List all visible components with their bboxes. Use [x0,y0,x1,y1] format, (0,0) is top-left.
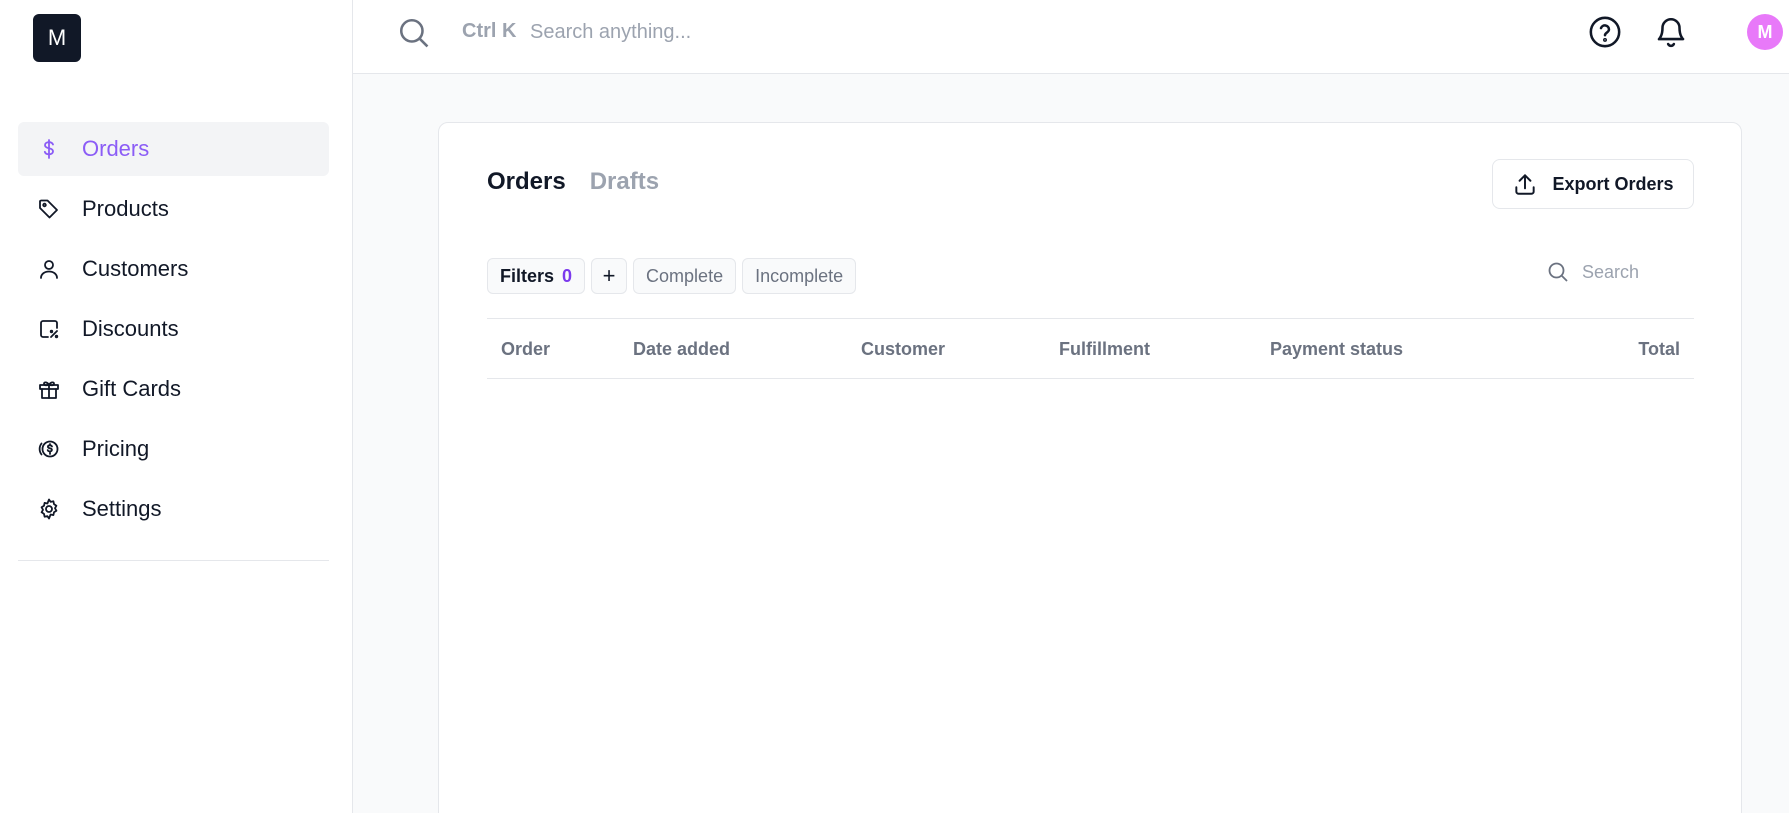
sidebar: M Orders Products Customers Discounts Gi… [0,0,353,813]
sidebar-item-label: Gift Cards [82,376,182,401]
discount-icon [36,316,62,342]
sidebar-item-label: Orders [82,136,150,161]
sidebar-nav: Orders Products Customers Discounts Gift… [18,122,329,542]
column-header-customer[interactable]: Customer [861,339,945,360]
quick-filter-incomplete[interactable]: Incomplete [742,258,857,294]
filters-count: 0 [562,265,573,286]
column-header-date-added[interactable]: Date added [633,339,730,360]
sidebar-item-label: Customers [82,256,189,281]
global-search-input[interactable] [530,14,1130,50]
store-logo[interactable]: M [33,14,81,62]
top-bar: Ctrl K M [353,0,1789,74]
help-icon[interactable] [1588,15,1622,49]
column-header-total[interactable]: Total [1638,339,1680,360]
quick-filter-complete[interactable]: Complete [633,258,737,294]
sidebar-item-customers[interactable]: Customers [18,242,329,296]
orders-table-header: Order Date added Customer Fulfillment Pa… [487,318,1694,379]
sidebar-item-discounts[interactable]: Discounts [18,302,329,356]
user-icon [36,256,62,282]
gift-icon [36,376,62,402]
coins-icon [36,436,62,462]
tab-drafts[interactable]: Drafts [590,168,659,196]
add-filter-button[interactable]: + [591,258,628,294]
shortcut-hint: Ctrl K [462,20,517,42]
upload-icon [1515,174,1536,195]
orders-tabs: Orders Drafts [487,168,659,196]
sidebar-item-settings[interactable]: Settings [18,482,329,536]
orders-search-input[interactable] [1582,261,1692,283]
column-header-order[interactable]: Order [501,339,550,360]
bell-icon[interactable] [1654,15,1688,49]
avatar[interactable]: M [1747,14,1783,50]
gear-icon [36,496,62,522]
tag-icon [36,196,62,222]
sidebar-divider [18,560,329,561]
export-orders-label: Export Orders [1552,173,1674,194]
sidebar-item-products[interactable]: Products [18,182,329,236]
sidebar-item-label: Settings [82,496,162,521]
export-orders-button[interactable]: Export Orders [1492,159,1694,209]
sidebar-item-label: Products [82,196,169,221]
sidebar-item-label: Discounts [82,316,179,341]
filters-button[interactable]: Filters 0 [487,258,586,294]
column-header-payment-status[interactable]: Payment status [1270,339,1403,360]
filters-label: Filters [500,265,555,286]
filter-bar: Filters 0 + Complete Incomplete [487,258,857,294]
tab-orders[interactable]: Orders [487,168,566,196]
sidebar-item-pricing[interactable]: Pricing [18,422,329,476]
sidebar-item-orders[interactable]: Orders [18,122,329,176]
sidebar-item-gift-cards[interactable]: Gift Cards [18,362,329,416]
sidebar-item-label: Pricing [82,436,150,461]
table-search [1546,260,1692,284]
search-icon[interactable] [397,16,431,50]
orders-card: Orders Drafts Export Orders Filters 0 + … [438,122,1742,813]
search-icon [1548,262,1568,282]
dollar-icon [36,136,62,162]
column-header-fulfillment[interactable]: Fulfillment [1059,339,1150,360]
